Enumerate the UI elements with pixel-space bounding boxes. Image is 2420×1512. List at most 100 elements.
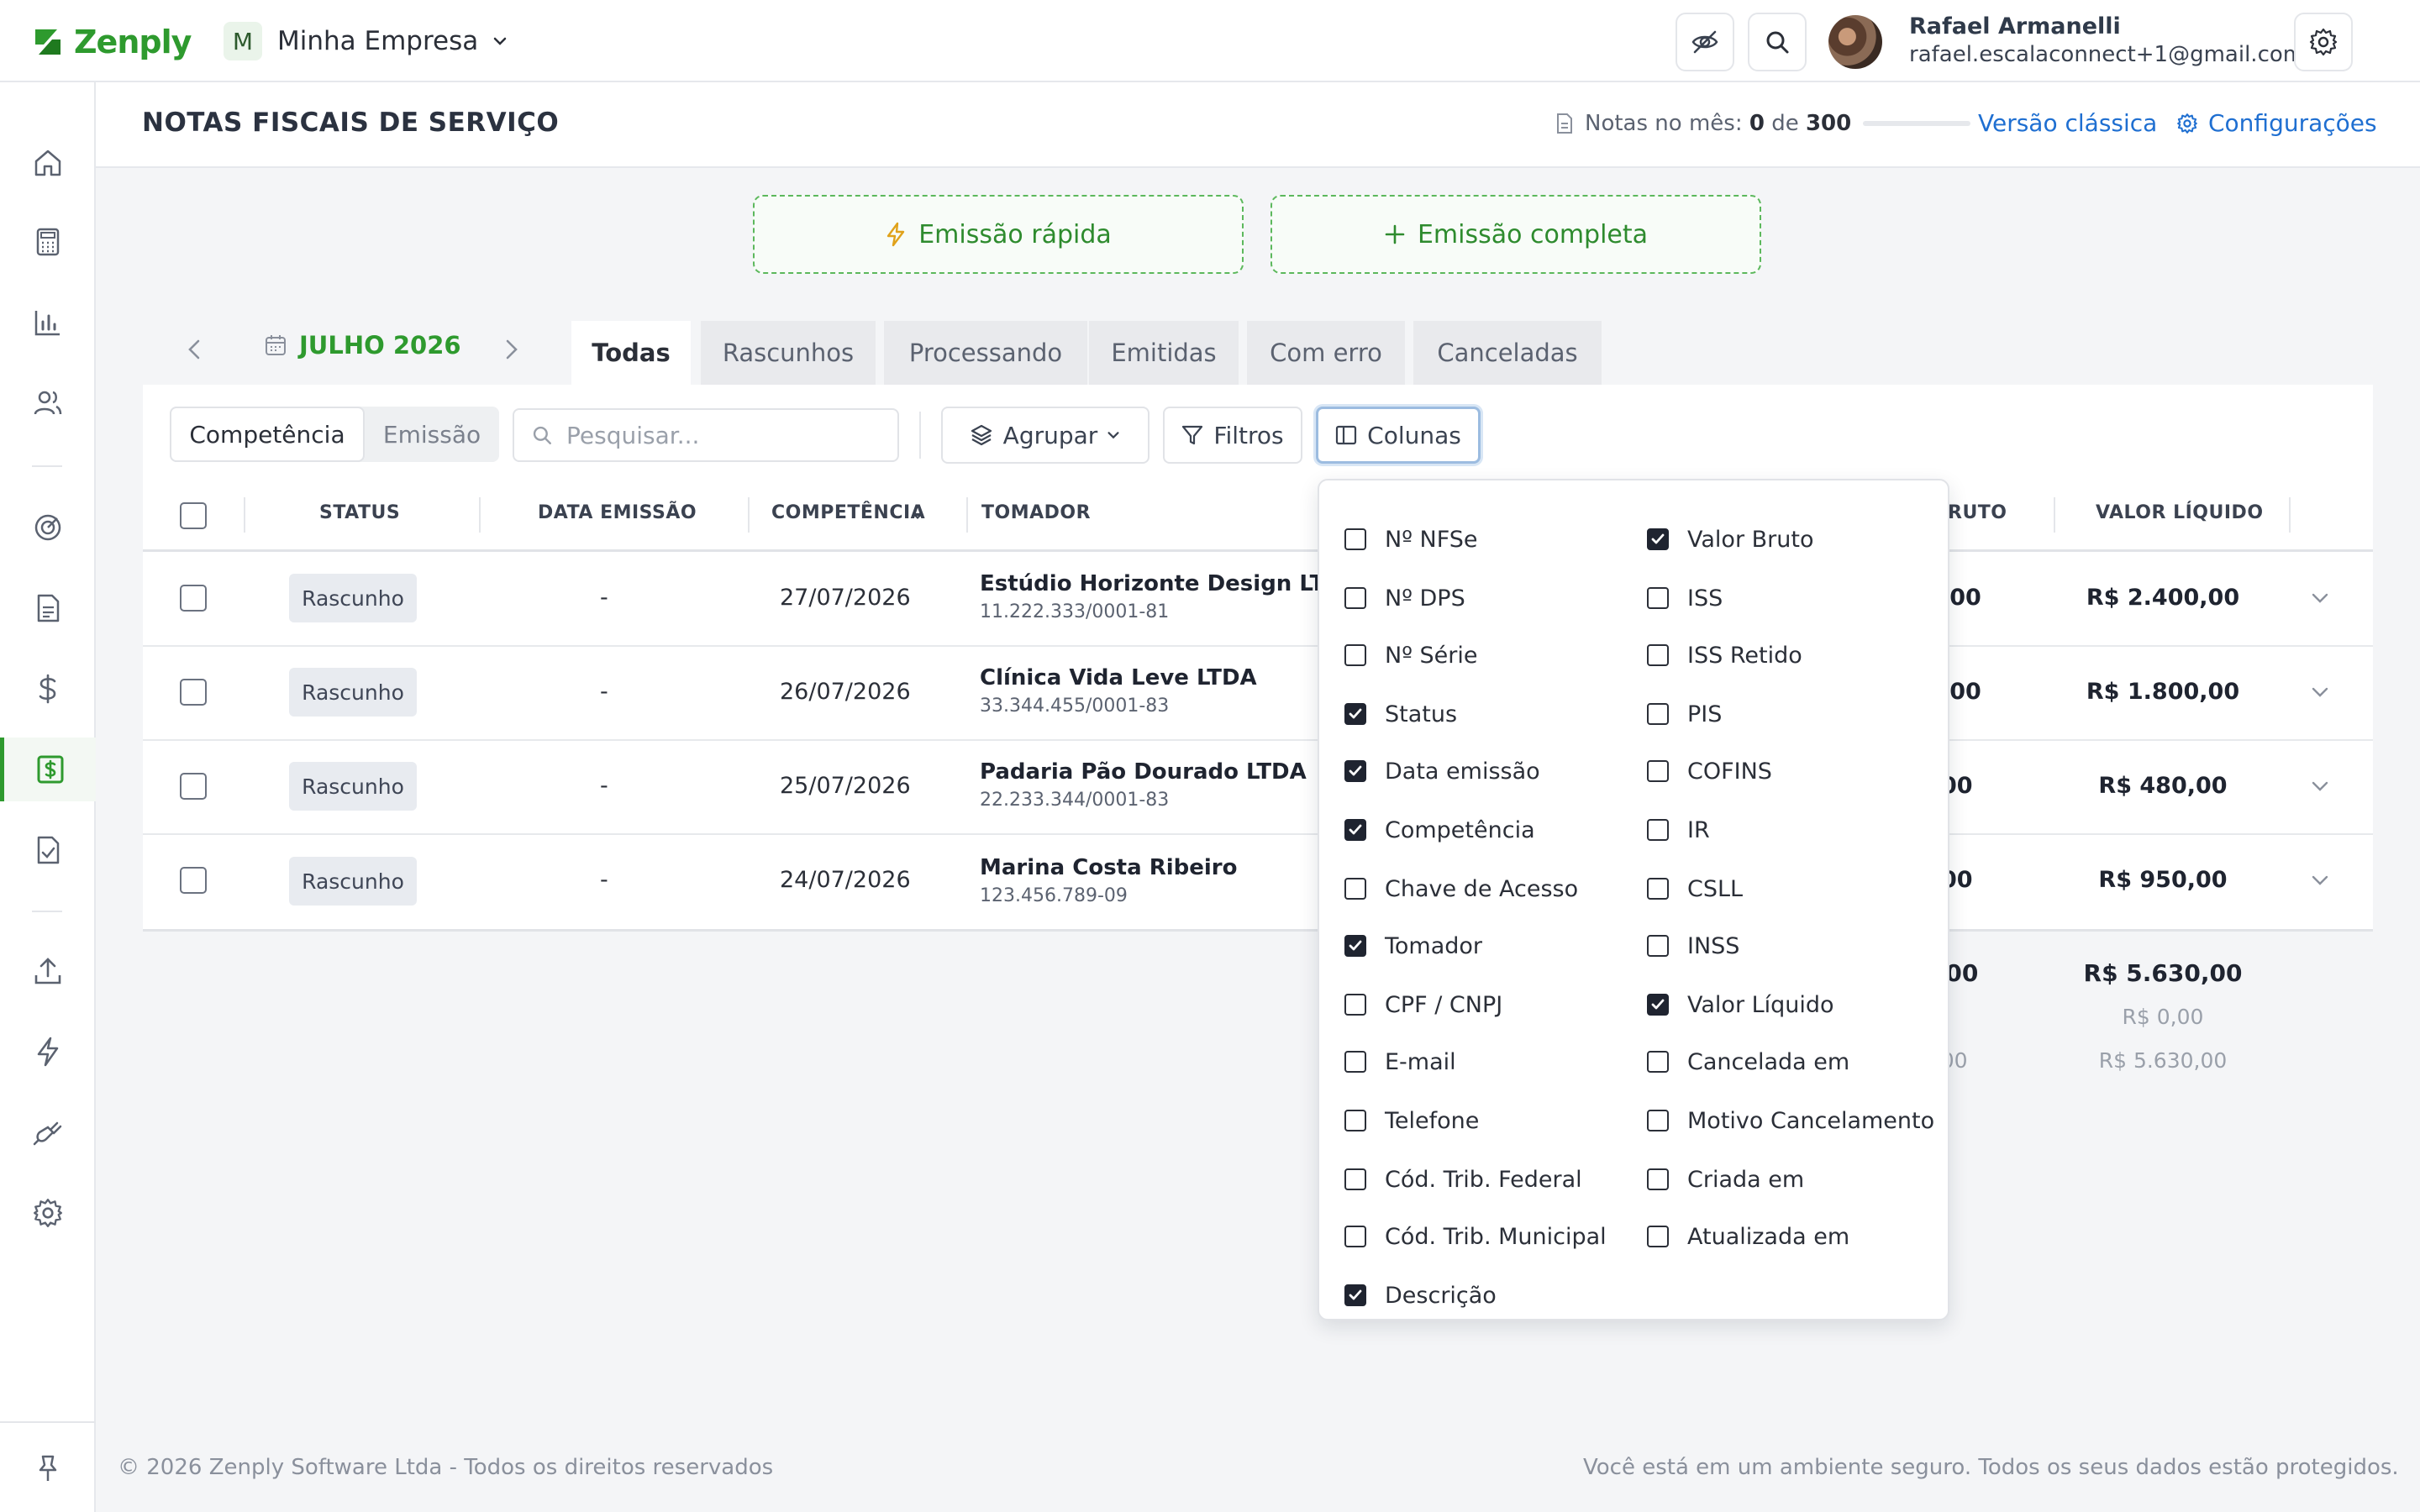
cell-tomador-name[interactable]: Clínica Vida Leve LTDA xyxy=(980,665,1257,690)
column-option-inss[interactable]: INSS xyxy=(1647,929,1739,963)
column-option-data-emissao[interactable]: Data emissão xyxy=(1344,754,1540,788)
sidebar-item-invoices[interactable] xyxy=(0,738,96,801)
tab-todas[interactable]: Todas xyxy=(571,321,691,385)
group-button[interactable]: Agrupar xyxy=(941,407,1150,464)
cell-tomador-name[interactable]: Padaria Pão Dourado LTDA xyxy=(980,759,1307,785)
column-option-cpf-cnpj[interactable]: CPF / CNPJ xyxy=(1344,988,1502,1021)
column-checkbox[interactable] xyxy=(1344,878,1366,900)
column-option-cancelada-em[interactable]: Cancelada em xyxy=(1647,1045,1849,1079)
settings-button[interactable] xyxy=(2294,13,2353,71)
column-option-competencia[interactable]: Competência xyxy=(1344,813,1535,847)
header-tomador[interactable]: TOMADOR xyxy=(981,502,1091,523)
column-option-valor-liquido[interactable]: Valor Líquido xyxy=(1647,988,1834,1021)
tab-canceladas[interactable]: Canceladas xyxy=(1413,321,1602,385)
search-input[interactable] xyxy=(566,421,869,449)
sidebar-item-goals[interactable] xyxy=(0,496,96,559)
sidebar-item-reports[interactable] xyxy=(0,291,96,354)
column-option-descricao[interactable]: Descrição xyxy=(1344,1278,1497,1312)
column-option-n-dps[interactable]: Nº DPS xyxy=(1344,581,1465,615)
sidebar-item-contacts[interactable] xyxy=(0,371,96,435)
column-option-telefone[interactable]: Telefone xyxy=(1344,1104,1479,1137)
previous-month-icon[interactable] xyxy=(185,338,205,361)
row-checkbox[interactable] xyxy=(180,585,207,612)
tab-rascunhos[interactable]: Rascunhos xyxy=(701,321,876,385)
column-checkbox[interactable] xyxy=(1344,1284,1366,1306)
sidebar-item-automations[interactable] xyxy=(0,1020,96,1084)
sidebar-item-approvals[interactable] xyxy=(0,818,96,882)
sidebar-item-home[interactable] xyxy=(0,131,96,195)
column-option-pis[interactable]: PIS xyxy=(1647,697,1722,731)
column-option-criada-em[interactable]: Criada em xyxy=(1647,1163,1804,1196)
column-option-tomador[interactable]: Tomador xyxy=(1344,929,1482,963)
expand-row-icon[interactable] xyxy=(2309,872,2331,890)
column-option-cofins[interactable]: COFINS xyxy=(1647,754,1772,788)
sidebar-item-finance[interactable] xyxy=(0,657,96,721)
column-checkbox[interactable] xyxy=(1647,878,1669,900)
column-checkbox[interactable] xyxy=(1344,528,1366,550)
classic-version-link[interactable]: Versão clássica xyxy=(1978,109,2157,137)
column-checkbox[interactable] xyxy=(1647,1226,1669,1247)
row-checkbox[interactable] xyxy=(180,867,207,894)
full-emission-button[interactable]: Emissão completa xyxy=(1270,195,1761,274)
column-option-chave-de-acesso[interactable]: Chave de Acesso xyxy=(1344,872,1578,906)
column-checkbox[interactable] xyxy=(1647,587,1669,609)
select-all-checkbox[interactable] xyxy=(180,502,207,529)
column-checkbox[interactable] xyxy=(1344,587,1366,609)
column-checkbox[interactable] xyxy=(1344,760,1366,782)
column-option-n-serie[interactable]: Nº Série xyxy=(1344,638,1477,672)
global-search-button[interactable] xyxy=(1748,13,1807,71)
column-option-status[interactable]: Status xyxy=(1344,697,1457,731)
column-option-atualizada-em[interactable]: Atualizada em xyxy=(1647,1220,1849,1253)
column-option-iss[interactable]: ISS xyxy=(1647,581,1723,615)
configurations-link[interactable]: Configurações xyxy=(2176,109,2377,137)
tab-com-erro[interactable]: Com erro xyxy=(1247,321,1405,385)
column-checkbox[interactable] xyxy=(1647,819,1669,841)
expand-row-icon[interactable] xyxy=(2309,778,2331,796)
quick-emission-button[interactable]: Emissão rápida xyxy=(753,195,1244,274)
company-selector[interactable]: M Minha Empresa xyxy=(224,21,508,61)
toggle-competencia[interactable]: Competência xyxy=(170,407,365,462)
column-checkbox[interactable] xyxy=(1344,819,1366,841)
header-valor-bruto[interactable]: RUTO xyxy=(1948,502,2007,523)
header-data-emissao[interactable]: DATA EMISSÃO xyxy=(538,502,697,523)
header-valor-liquido[interactable]: VALOR LÍQUIDO xyxy=(2096,502,2264,523)
month-selector[interactable]: JULHO 2026 xyxy=(264,331,461,360)
column-checkbox[interactable] xyxy=(1647,1110,1669,1131)
column-checkbox[interactable] xyxy=(1647,935,1669,957)
column-option-n-nfse[interactable]: Nº NFSe xyxy=(1344,522,1478,556)
sidebar-item-calculator[interactable] xyxy=(0,210,96,274)
sidebar-item-documents[interactable] xyxy=(0,576,96,640)
column-option-e-mail[interactable]: E-mail xyxy=(1344,1045,1456,1079)
column-option-cod-trib-federal[interactable]: Cód. Trib. Federal xyxy=(1344,1163,1582,1196)
tab-emitidas[interactable]: Emitidas xyxy=(1089,321,1239,385)
user-avatar[interactable] xyxy=(1828,15,1882,69)
column-checkbox[interactable] xyxy=(1344,994,1366,1016)
column-checkbox[interactable] xyxy=(1647,760,1669,782)
column-checkbox[interactable] xyxy=(1344,1051,1366,1073)
column-checkbox[interactable] xyxy=(1647,1168,1669,1190)
column-option-cod-trib-municipal[interactable]: Cód. Trib. Municipal xyxy=(1344,1220,1607,1253)
sidebar-item-settings[interactable] xyxy=(0,1181,96,1245)
expand-row-icon[interactable] xyxy=(2309,684,2331,702)
column-checkbox[interactable] xyxy=(1344,1110,1366,1131)
header-competencia[interactable]: COMPETÊNCIA xyxy=(771,502,925,523)
row-checkbox[interactable] xyxy=(180,679,207,706)
column-checkbox[interactable] xyxy=(1647,1051,1669,1073)
column-option-ir[interactable]: IR xyxy=(1647,813,1710,847)
column-option-iss-retido[interactable]: ISS Retido xyxy=(1647,638,1802,672)
toggle-emissao[interactable]: Emissão xyxy=(365,407,499,462)
cell-tomador-name[interactable]: Estúdio Horizonte Design LT... xyxy=(980,571,1346,596)
column-checkbox[interactable] xyxy=(1647,644,1669,666)
pin-sidebar-button[interactable] xyxy=(0,1436,96,1500)
column-option-csll[interactable]: CSLL xyxy=(1647,872,1743,906)
column-checkbox[interactable] xyxy=(1344,935,1366,957)
row-checkbox[interactable] xyxy=(180,773,207,800)
column-option-motivo-cancelamento[interactable]: Motivo Cancelamento xyxy=(1647,1104,1934,1137)
columns-button[interactable]: Colunas xyxy=(1316,407,1481,464)
column-option-valor-bruto[interactable]: Valor Bruto xyxy=(1647,522,1813,556)
hide-values-button[interactable] xyxy=(1676,13,1734,71)
sidebar-item-integrations[interactable] xyxy=(0,1100,96,1164)
expand-row-icon[interactable] xyxy=(2309,590,2331,608)
next-month-icon[interactable] xyxy=(501,338,521,361)
column-checkbox[interactable] xyxy=(1647,994,1669,1016)
